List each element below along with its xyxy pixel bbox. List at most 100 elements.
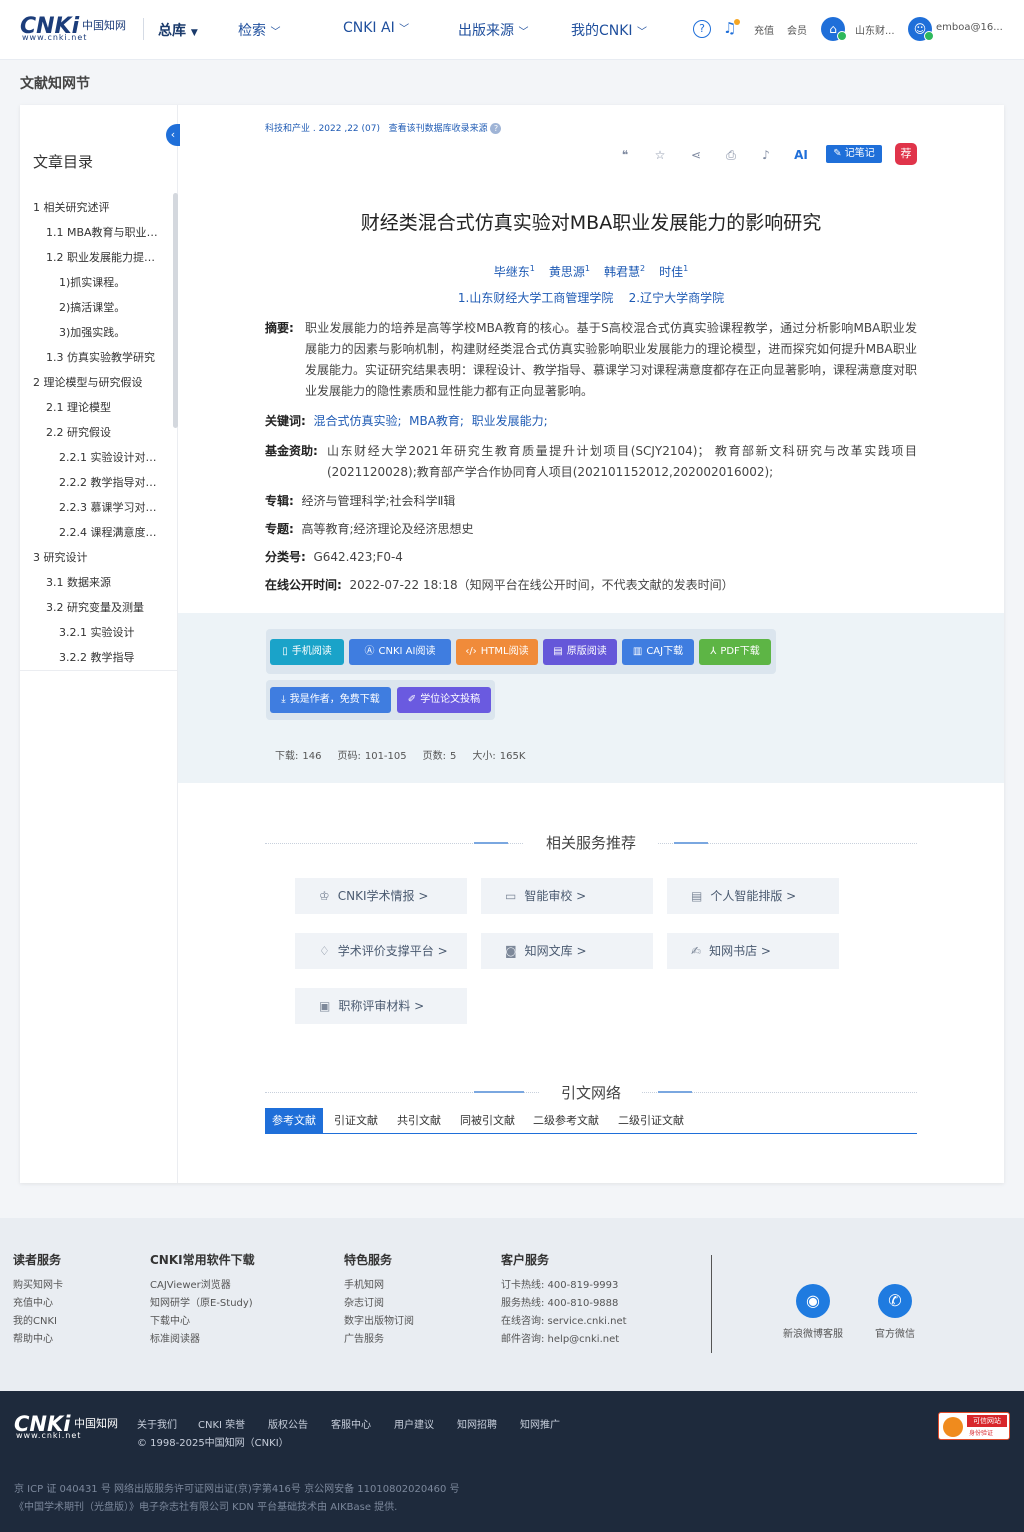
footer-link[interactable]: 数字出版物订阅: [344, 1313, 414, 1331]
user-account[interactable]: emboa@16...: [936, 22, 1003, 33]
toc-item[interactable]: 1.1 MBA教育与职业发...: [46, 224, 165, 240]
affiliation-link[interactable]: 1.山东财经大学工商管理学院: [458, 291, 613, 305]
footer-link[interactable]: CAJViewer浏览器: [150, 1277, 231, 1295]
service-item[interactable]: ◙ 知网文库 >: [481, 933, 653, 969]
service-item[interactable]: ♔ CNKI学术情报 >: [295, 878, 467, 914]
toc-item[interactable]: 3 研究设计: [33, 549, 165, 565]
footer-bottom-link[interactable]: 版权公告: [268, 1416, 308, 1431]
zongku-dropdown[interactable]: 总库 ▼: [158, 20, 198, 40]
footer-link[interactable]: 知网研学（原E-Study): [150, 1295, 253, 1313]
nav-cnki-ai[interactable]: CNKI AI ﹀: [343, 20, 409, 36]
help-icon[interactable]: ?: [693, 20, 711, 38]
service-item[interactable]: ▣ 职称评审材料 >: [295, 988, 467, 1024]
toc-item[interactable]: 3.2.2 教学指导: [59, 649, 165, 665]
member-link[interactable]: 会员: [787, 22, 807, 37]
recommend-badge[interactable]: 荐: [895, 143, 917, 165]
toc-item[interactable]: 2.1 理论模型: [46, 399, 165, 415]
original-read-button[interactable]: ▤ 原版阅读: [543, 639, 617, 665]
toc-item[interactable]: 3)加强实践。: [59, 324, 165, 340]
pdf-download-button[interactable]: ⅄ PDF下载: [699, 639, 771, 665]
affiliation-link[interactable]: 2.辽宁大学商学院: [629, 291, 724, 305]
author-download-button[interactable]: ⤓ 我是作者，免费下载: [270, 687, 391, 713]
quote-icon[interactable]: ❝: [615, 146, 635, 164]
nav-my-cnki[interactable]: 我的CNKI ﹀: [571, 20, 647, 40]
star-icon[interactable]: ☆: [650, 146, 670, 164]
service-item[interactable]: ▤ 个人智能排版 >: [667, 878, 839, 914]
toc-item[interactable]: 2.2.2 教学指导对课...: [59, 474, 165, 490]
service-item[interactable]: ♢ 学术评价支撑平台 >: [295, 933, 467, 969]
nav-publish-source[interactable]: 出版来源 ﹀: [458, 20, 528, 40]
ai-icon[interactable]: AI: [791, 146, 811, 164]
citation-tab[interactable]: 参考文献: [265, 1108, 323, 1134]
toc-item[interactable]: 2.2.1 实验设计对课...: [59, 449, 165, 465]
cnki-logo[interactable]: CNKi 中国知网 www.cnki.net: [20, 14, 128, 44]
take-note-button[interactable]: ✎ 记笔记: [826, 145, 882, 163]
print-icon[interactable]: ⎙: [721, 146, 741, 164]
toc-item[interactable]: 3.1 数据来源: [46, 574, 165, 590]
footer-link[interactable]: 帮助中心: [13, 1331, 53, 1349]
footer-link[interactable]: 服务热线: 400-810-9888: [501, 1295, 618, 1313]
keyword-link[interactable]: 职业发展能力;: [472, 414, 548, 428]
citation-tab[interactable]: 引证文献: [334, 1112, 378, 1128]
toc-item[interactable]: 1.2 职业发展能力提升...: [46, 249, 165, 265]
footer-link[interactable]: 在线咨询: service.cnki.net: [501, 1313, 627, 1331]
footer-bottom-link[interactable]: 客服中心: [331, 1416, 371, 1431]
html-read-button[interactable]: ‹/› HTML阅读: [456, 639, 538, 665]
toc-item[interactable]: 1 相关研究述评: [33, 199, 165, 215]
author-link[interactable]: 黄思源1: [549, 264, 590, 279]
footer-column-heading: CNKI常用软件下载: [150, 1253, 255, 1267]
author-link[interactable]: 时佳1: [659, 264, 688, 279]
caj-download-icon: ▥: [632, 646, 643, 657]
keyword-link[interactable]: 混合式仿真实验;: [313, 414, 401, 428]
institution-name[interactable]: 山东财...: [855, 22, 895, 37]
toc-item[interactable]: 3.2 研究变量及测量: [46, 599, 165, 615]
footer-link[interactable]: 手机知网: [344, 1277, 384, 1295]
toc-item[interactable]: 3.2.1 实验设计: [59, 624, 165, 640]
share-icon[interactable]: ⋖: [686, 146, 706, 164]
weibo-icon[interactable]: ◉: [796, 1284, 830, 1318]
footer-link[interactable]: 充值中心: [13, 1295, 53, 1313]
footer-bottom-link[interactable]: 关于我们: [137, 1416, 177, 1431]
weibo-label[interactable]: 新浪微博客服: [783, 1326, 843, 1344]
phone-read-button[interactable]: ▯ 手机阅读: [270, 639, 344, 665]
footer-link[interactable]: 订卡热线: 400-819-9993: [501, 1277, 618, 1295]
footer-link[interactable]: 杂志订阅: [344, 1295, 384, 1313]
footer-bottom-link[interactable]: 知网招聘: [457, 1416, 497, 1431]
toc-item[interactable]: 2.2.4 课程满意度对...: [59, 524, 165, 540]
citation-tab[interactable]: 同被引文献: [460, 1112, 515, 1128]
toc-item[interactable]: 2)搞活课堂。: [59, 299, 165, 315]
toc-item[interactable]: 2 理论模型与研究假设: [33, 374, 165, 390]
toc-item[interactable]: 1)抓实课程。: [59, 274, 165, 290]
footer-bottom-link[interactable]: CNKI 荣誉: [198, 1416, 245, 1431]
footer-logo[interactable]: CNKi 中国知网 www.cnki.net: [14, 1412, 124, 1442]
nav-search[interactable]: 检索 ﹀: [238, 20, 280, 40]
keyword-link[interactable]: MBA教育;: [409, 414, 464, 428]
alert-bell-icon[interactable]: ♪: [756, 146, 776, 164]
citation-tab[interactable]: 二级引证文献: [618, 1112, 684, 1128]
service-item[interactable]: ✍ 知网书店 >: [667, 933, 839, 969]
footer-bottom-link[interactable]: 用户建议: [394, 1416, 434, 1431]
citation-tab[interactable]: 二级参考文献: [533, 1112, 599, 1128]
footer-link[interactable]: 标准阅读器: [150, 1331, 200, 1349]
source-line[interactable]: 科技和产业 . 2022 ,22 (07) 查看该刊数据库收录来源 ?: [265, 121, 502, 134]
footer-link[interactable]: 我的CNKI: [13, 1313, 57, 1331]
toc-item[interactable]: 1.3 仿真实验教学研究: [46, 349, 165, 365]
author-link[interactable]: 韩君慧2: [604, 264, 645, 279]
cnki-ai-read-button[interactable]: Ⓐ CNKI AI阅读: [349, 639, 451, 665]
footer-link[interactable]: 广告服务: [344, 1331, 384, 1349]
caj-download-button[interactable]: ▥ CAJ下载: [622, 639, 694, 665]
footer-link[interactable]: 下载中心: [150, 1313, 190, 1331]
footer-bottom-link[interactable]: 知网推广: [520, 1416, 560, 1431]
toc-item[interactable]: 2.2.3 慕课学习对课...: [59, 499, 165, 515]
service-item[interactable]: ▭ 智能审校 >: [481, 878, 653, 914]
author-link[interactable]: 毕继东1: [494, 264, 535, 279]
recharge-link[interactable]: 充值: [754, 22, 774, 37]
footer-link[interactable]: 购买知网卡: [13, 1277, 63, 1295]
citation-tab[interactable]: 共引文献: [397, 1112, 441, 1128]
trusted-site-badge[interactable]: 可信网站 身份验证: [938, 1412, 1010, 1440]
toc-item[interactable]: 2.2 研究假设: [46, 424, 165, 440]
footer-link[interactable]: 邮件咨询: help@cnki.net: [501, 1331, 619, 1349]
wechat-label[interactable]: 官方微信: [875, 1326, 915, 1344]
thesis-submit-button[interactable]: ✐ 学位论文投稿: [397, 687, 491, 713]
wechat-icon[interactable]: ✆: [878, 1284, 912, 1318]
